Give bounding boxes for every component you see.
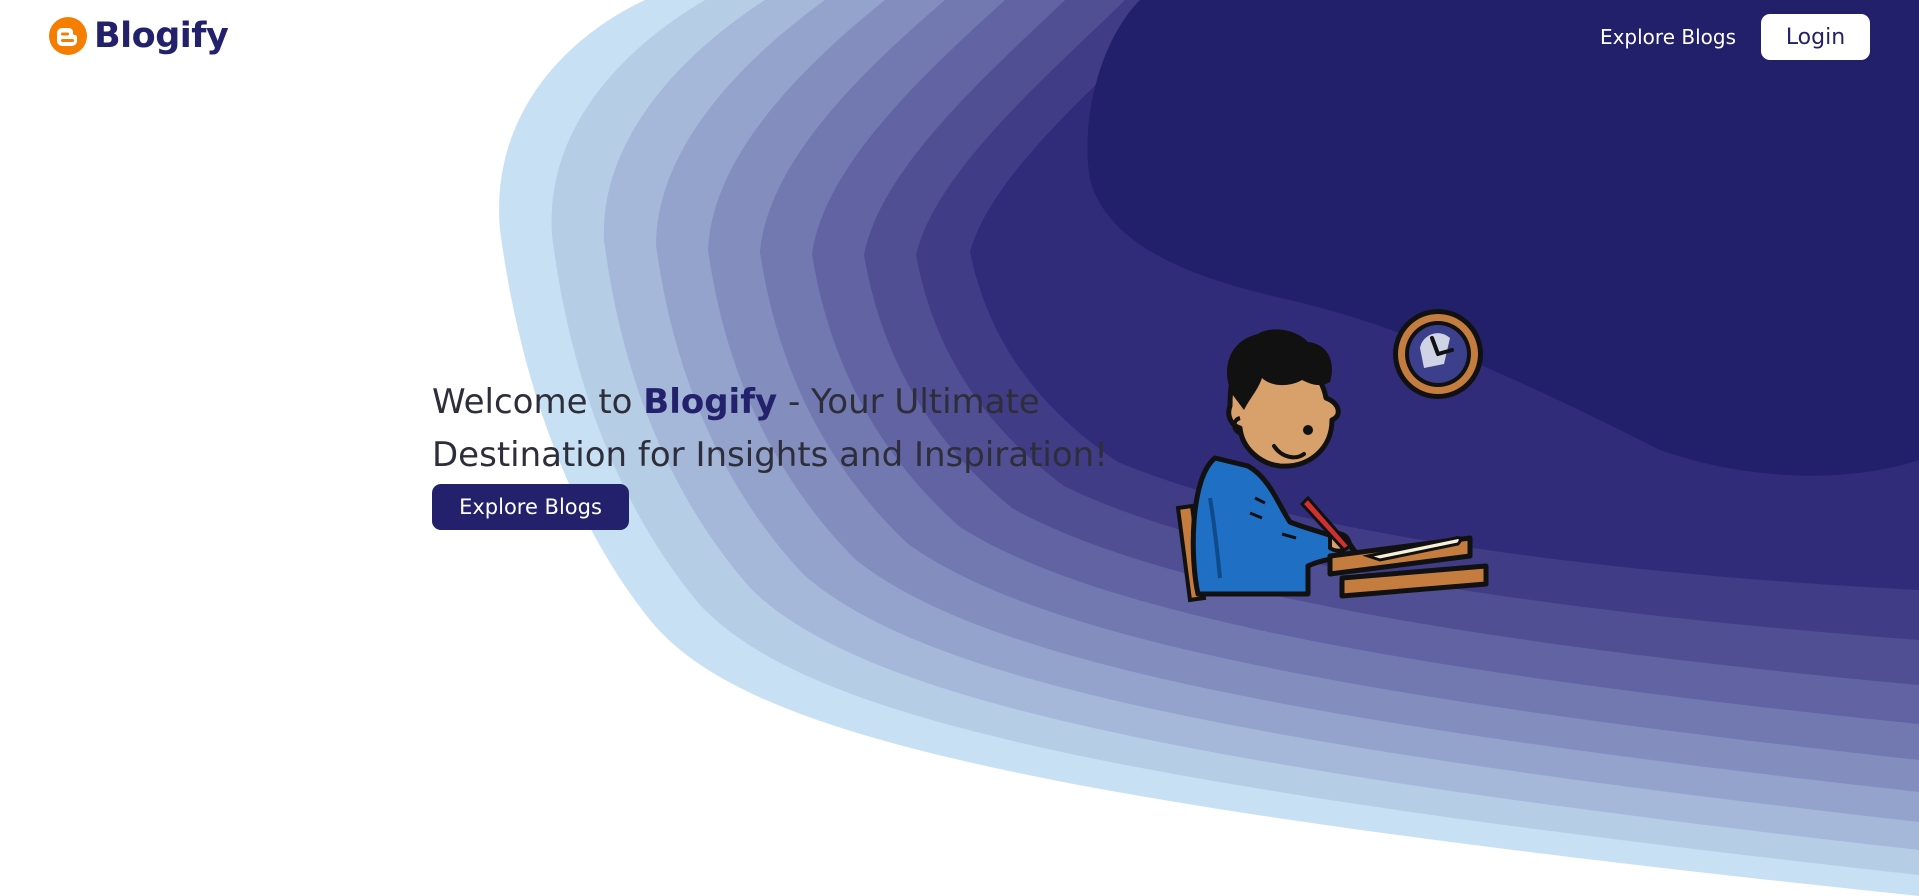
hero-section: Welcome to Blogify - Your Ultimate Desti… (432, 376, 1152, 530)
blogger-icon (49, 17, 87, 55)
brand-name: Blogify (94, 16, 229, 56)
hero-explore-blogs-button[interactable]: Explore Blogs (432, 484, 629, 530)
hero-title: Welcome to Blogify - Your Ultimate Desti… (432, 376, 1152, 482)
boy-writing-at-desk-illustration (1175, 309, 1489, 603)
brand-logo[interactable]: Blogify (48, 16, 229, 56)
page: Blogify Explore Blogs Login Welcome to B… (0, 0, 1919, 896)
nav-explore-blogs-link[interactable]: Explore Blogs (1600, 25, 1736, 49)
clock-icon (1393, 309, 1483, 399)
top-navbar: Blogify Explore Blogs Login (0, 0, 1919, 80)
login-button[interactable]: Login (1761, 14, 1870, 60)
hero-title-prefix: Welcome to (432, 382, 644, 422)
nav-links: Explore Blogs Login (1600, 14, 1870, 60)
hero-title-brand: Blogify (643, 382, 778, 422)
